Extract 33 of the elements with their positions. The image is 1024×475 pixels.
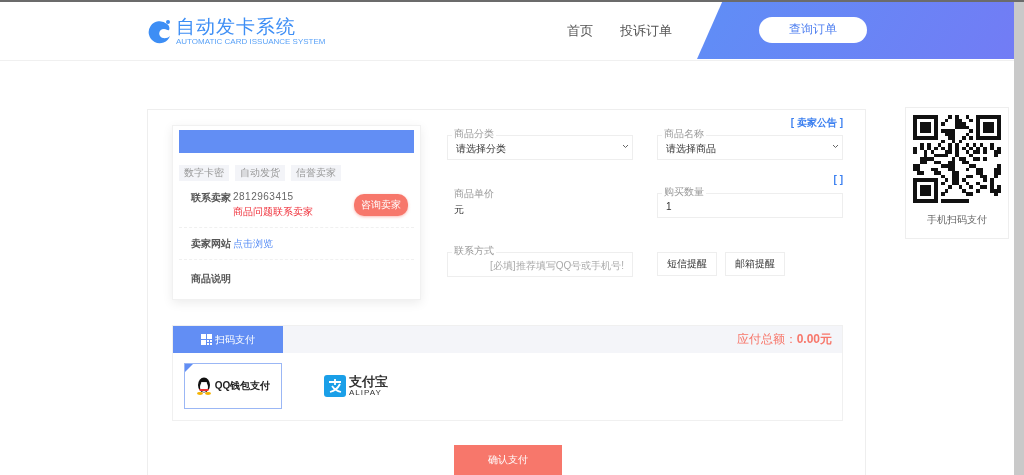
field-label: 联系方式 — [452, 244, 496, 256]
scrollbar[interactable] — [1014, 2, 1024, 475]
chevron-down-icon — [832, 144, 839, 149]
corner-mark-icon — [185, 364, 193, 372]
field-label: 商品单价 — [454, 187, 494, 202]
tag: 数字卡密 — [179, 165, 229, 181]
tag: 信誉卖家 — [291, 165, 341, 181]
contact-value: 2812963415 — [233, 191, 295, 202]
contact-label: 联系卖家 — [191, 191, 232, 205]
bracket-link[interactable]: [ ] — [833, 174, 843, 186]
description-label: 商品说明 — [191, 272, 232, 286]
tag: 自动发货 — [235, 165, 285, 181]
contact-note: 商品问题联系卖家 — [233, 205, 313, 219]
query-order-button[interactable]: 查询订单 — [759, 16, 867, 43]
reminder-button[interactable]: 邮箱提醒 — [725, 251, 785, 276]
field-label: 商品分类 — [452, 128, 496, 139]
field-label: 商品名称 — [662, 128, 706, 139]
chevron-down-icon — [622, 144, 629, 149]
logo-subtitle: AUTOMATIC CARD ISSUANCE SYSTEM — [176, 36, 326, 46]
qr-caption: 手机扫码支付 — [927, 213, 987, 227]
nav-link[interactable]: 投诉订单 — [620, 22, 672, 40]
penguin-icon — [195, 377, 212, 395]
nav-link[interactable]: 首页 — [567, 22, 593, 40]
notice-link[interactable]: [ 卖家公告 ] — [790, 116, 843, 130]
total-amount: 应付总额：0.00元 — [736, 331, 832, 348]
logo-icon — [147, 17, 173, 45]
website-label: 卖家网站 — [191, 237, 232, 251]
price-value: 元 — [454, 203, 464, 218]
payment-method[interactable]: QQ钱包支付 — [184, 363, 282, 409]
logo-title: 自动发卡系统 — [176, 16, 297, 37]
field-label: 购买数量 — [662, 186, 706, 198]
reminder-button[interactable]: 短信提醒 — [657, 251, 717, 276]
qr-icon — [201, 334, 212, 345]
